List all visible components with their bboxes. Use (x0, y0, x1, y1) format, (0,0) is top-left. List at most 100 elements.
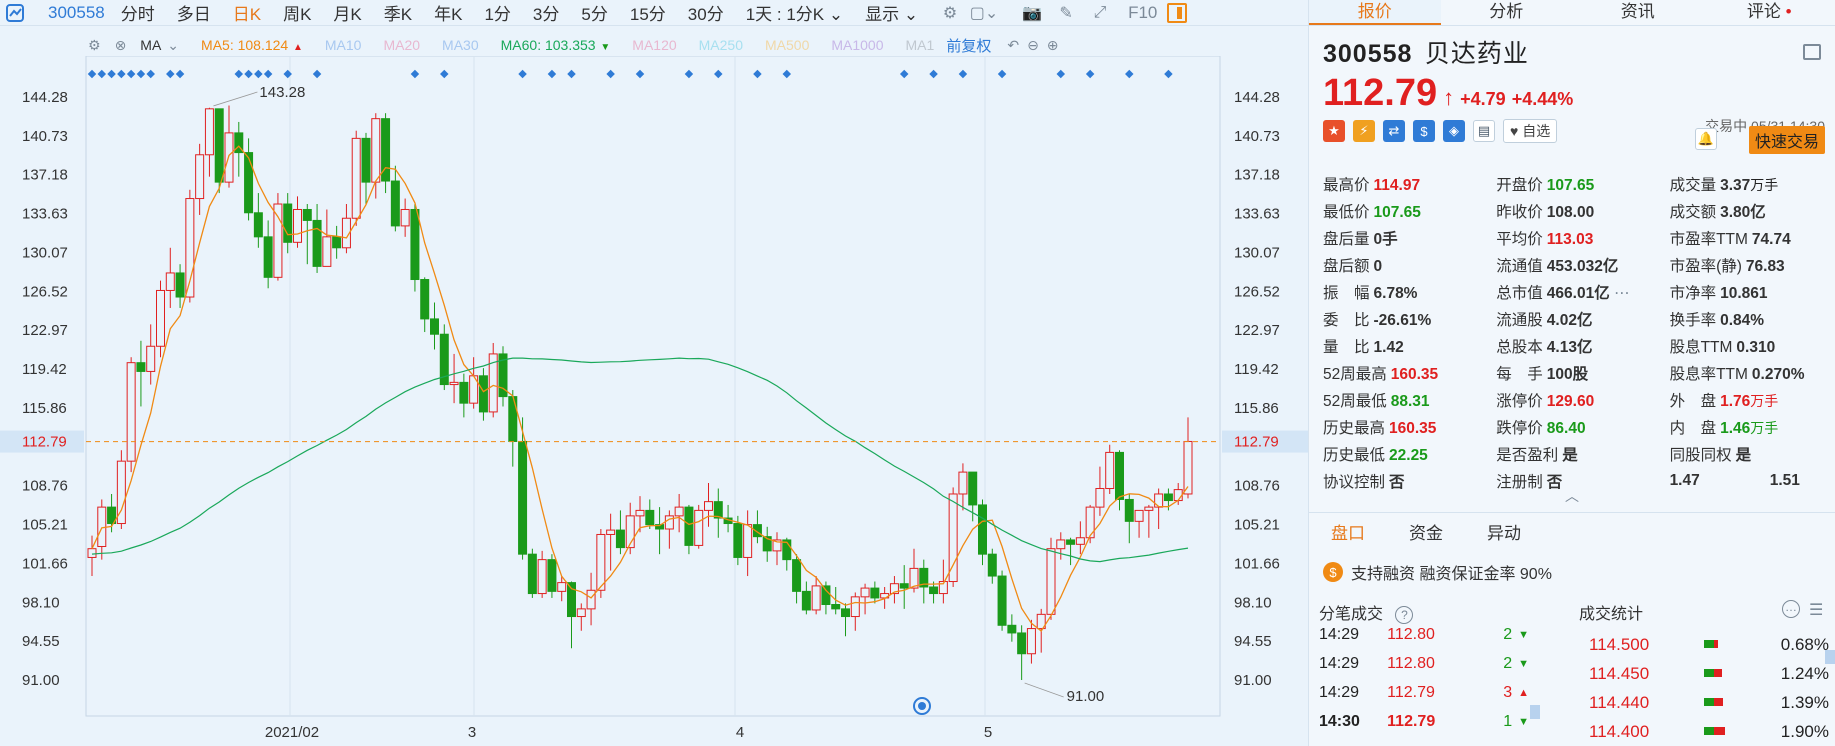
stat-cell: 注册制否 (1496, 470, 1669, 492)
candle-body (645, 509, 655, 526)
period-tab[interactable]: 周K (283, 0, 311, 25)
stat-cell: 协议控制否 (1323, 470, 1496, 492)
ma-item[interactable]: MA5: 108.124 ▲ (201, 37, 303, 53)
low-annotation: 91.00 (1067, 688, 1105, 705)
period-tab[interactable]: 5分 (581, 0, 607, 25)
zoom-in-icon[interactable]: ⊕ (1047, 37, 1059, 54)
period-tab[interactable]: 分时 (121, 0, 155, 25)
quick-trade-button[interactable]: 快速交易 (1748, 126, 1825, 154)
f10-button[interactable]: F10 (1128, 3, 1157, 23)
shuffle-icon[interactable]: ⇄ (1383, 120, 1405, 142)
list-icon[interactable]: ☰ (1809, 600, 1823, 620)
period-tab[interactable]: 日K (233, 0, 261, 25)
candle-body (821, 585, 831, 605)
ma-items: MA5: 108.124 ▲ MA10 MA20 MA30 MA60: 103.353 … (179, 37, 934, 53)
display-dropdown[interactable]: 显示 ⌄ (865, 0, 918, 25)
ma-item[interactable]: MA30 (442, 37, 479, 53)
y-tick-label-right: 112.79 (1234, 434, 1279, 451)
period-tab[interactable]: 年K (434, 0, 462, 25)
ma-label[interactable]: MA (140, 37, 161, 53)
ma-item[interactable]: MA120 (632, 37, 676, 53)
margin-info: $ 支持融资 融资保证金率 90% (1323, 560, 1552, 584)
ma-item[interactable]: MA500 (765, 37, 809, 53)
stat-cell: 总股本 4.13亿 (1496, 335, 1669, 357)
period-dropdown[interactable]: 1天 : 1分K ⌄ (746, 0, 843, 25)
lightning-icon[interactable]: ⚡ (1353, 120, 1375, 142)
candle-body (811, 585, 821, 611)
stat-cell: 最低价 107.65 (1323, 200, 1496, 222)
stat-cell: 市盈率(静) 76.83 (1670, 254, 1828, 276)
ma-item[interactable]: MA60: 103.353 ▼ (501, 37, 611, 53)
period-tab[interactable]: 月K (333, 0, 361, 25)
ma-dropdown-icon[interactable]: ⌄ (167, 37, 179, 54)
ma-item[interactable]: MA1 (906, 37, 935, 53)
stat-cell: 跌停价 86.40 (1496, 416, 1669, 438)
stock-code[interactable]: 300558 (48, 3, 105, 23)
period-tab[interactable]: 多日 (177, 0, 211, 25)
kline-chart[interactable]: 144.28 144.28 140.73 140.73 137.18 137.18 133.… (0, 56, 1308, 746)
period-tab[interactable]: 15分 (630, 0, 666, 25)
more-icon[interactable]: ⋯ (1610, 285, 1630, 302)
stat-cell: 昨收价 108.00 (1496, 200, 1669, 222)
tag-icon[interactable]: ◈ (1443, 120, 1465, 142)
panel-tab[interactable]: 分析 (1441, 0, 1573, 25)
dollar-icon[interactable]: $ (1413, 120, 1435, 142)
sub-tab[interactable]: 资金 (1409, 519, 1443, 544)
stat-cell: 总市值 466.01亿 ⋯ (1496, 281, 1669, 303)
period-tab[interactable]: 1分 (484, 0, 510, 25)
period-tab[interactable]: 3分 (533, 0, 559, 25)
adjust-dropdown[interactable]: 前复权 (946, 35, 991, 56)
sub-tab[interactable]: 盘口 (1331, 519, 1365, 544)
candle-body (1105, 451, 1115, 490)
sub-tab[interactable]: 异动 (1487, 519, 1521, 544)
collapse-icon[interactable] (1803, 44, 1821, 60)
panel-tab[interactable]: 报价 (1309, 0, 1441, 25)
panel-tab[interactable]: 资讯 (1572, 0, 1704, 25)
zoom-out-icon[interactable]: ⊖ (1027, 37, 1039, 54)
candle-body (841, 608, 850, 618)
expand-icon[interactable]: ︿ (1565, 486, 1579, 506)
ma-item[interactable]: MA20 (383, 37, 420, 53)
stat-value: 107.65 (1546, 176, 1595, 194)
period-tab[interactable]: 季K (384, 0, 412, 25)
layout-icon[interactable]: ▢⌄ (970, 3, 999, 23)
ma-settings-icon[interactable]: ⚙ (88, 37, 101, 54)
help-icon[interactable]: ? (1395, 606, 1414, 624)
stat-value: 107.65 (1373, 203, 1421, 221)
stat-cell: 是否盈利是 (1496, 443, 1669, 465)
ma-item[interactable]: MA1000 (831, 37, 883, 53)
watchlist-button[interactable]: ♥ 自选 (1503, 119, 1558, 143)
y-tick-label-left: 140.73 (22, 128, 68, 145)
sidebar-toggle-icon[interactable] (1167, 2, 1188, 23)
panel-tab[interactable]: 评论 • (1704, 0, 1835, 25)
ma-item[interactable]: MA10 (325, 37, 362, 53)
stat-value: 0.270% (1751, 365, 1805, 383)
y-tick-label-right: 133.63 (1234, 206, 1280, 223)
candle-body (1017, 632, 1027, 655)
bell-icon[interactable]: 🔔 (1695, 128, 1717, 150)
notify-dot-icon: • (1780, 2, 1792, 21)
note-icon[interactable]: ▤ (1473, 120, 1495, 142)
scrollbar[interactable] (1530, 705, 1540, 719)
y-tick-label-left: 94.55 (22, 633, 60, 650)
stat-value: 114.97 (1373, 176, 1421, 194)
candle-body (635, 509, 645, 517)
trade-time: 14:29 (1319, 654, 1360, 672)
period-tab[interactable]: 30分 (688, 0, 724, 25)
ma-close-icon[interactable]: ⊗ (115, 37, 127, 54)
chart-logo-icon[interactable] (4, 2, 26, 24)
ma-item[interactable]: MA250 (699, 37, 743, 53)
dist-bar (1704, 697, 1771, 708)
q-marker-dot (918, 702, 926, 710)
fullscreen-icon[interactable]: ⤢ (1090, 3, 1110, 23)
pen-icon[interactable]: ✎ (1056, 3, 1076, 23)
stat-key: 市盈率TTM (1669, 230, 1748, 248)
dist-pct: 1.24% (1780, 663, 1829, 683)
stat-key: 52周最高 (1323, 365, 1387, 383)
camera-icon[interactable]: 📷 (1022, 3, 1042, 23)
china-flag-icon[interactable]: ★ (1323, 120, 1345, 142)
more-icon[interactable]: … (1782, 600, 1800, 618)
undo-icon[interactable]: ↶ (1007, 37, 1019, 54)
scrollbar-right[interactable] (1825, 650, 1835, 664)
settings-icon[interactable]: ⚙ (940, 3, 960, 23)
